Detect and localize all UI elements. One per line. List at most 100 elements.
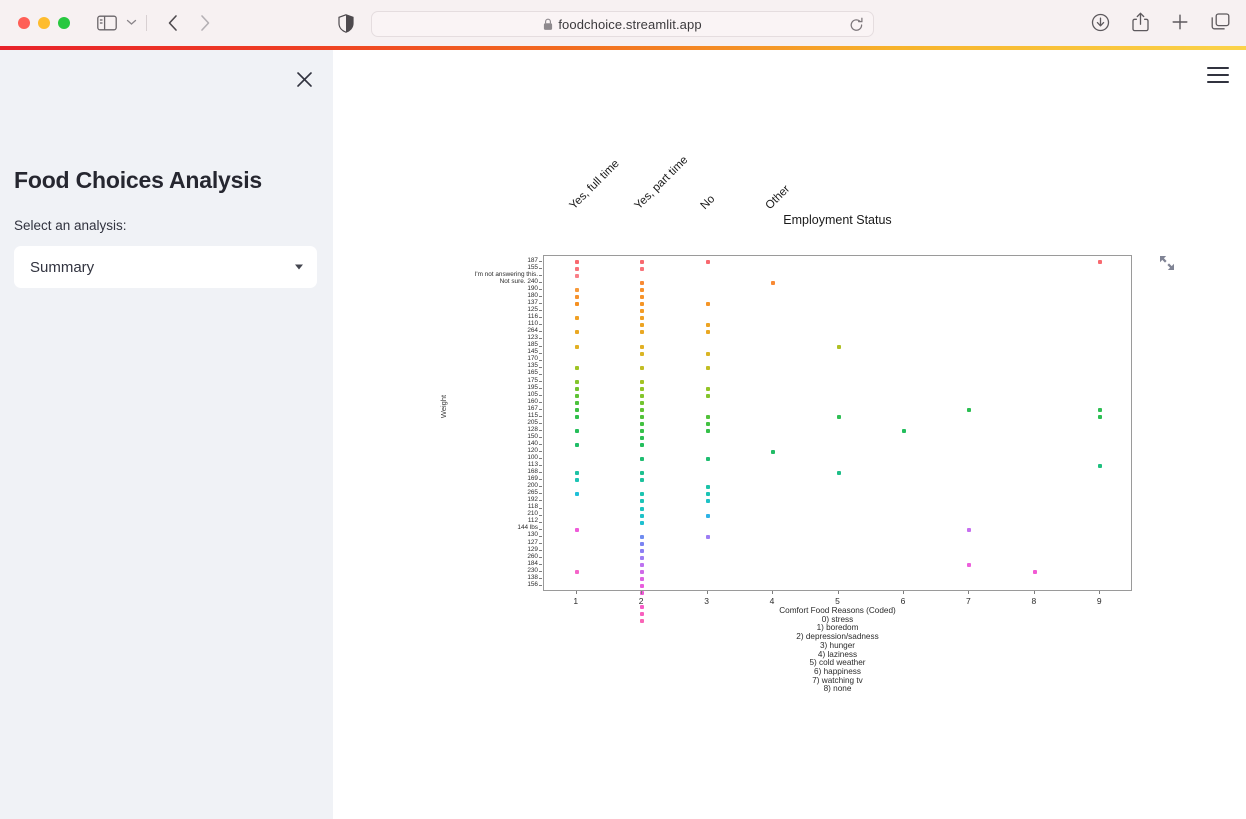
y-axis-tick-label: 128	[527, 425, 538, 433]
sidebar: Food Choices Analysis Select an analysis…	[0, 50, 333, 819]
scatter-point	[1098, 407, 1103, 412]
new-tab-icon[interactable]	[1171, 13, 1189, 36]
y-axis-tick-label: Not sure. 240	[499, 277, 538, 285]
scatter-point	[640, 316, 645, 321]
minimize-window-button[interactable]	[38, 17, 50, 29]
y-axis-tick-label: 135	[527, 362, 538, 370]
y-axis-tick-mark	[539, 577, 542, 579]
y-axis-tick-mark	[539, 535, 542, 537]
scatter-point	[705, 351, 710, 356]
y-axis-tick-label: 150	[527, 432, 538, 440]
scatter-point	[640, 288, 645, 293]
y-axis-tick-mark	[539, 486, 542, 488]
scatter-point	[705, 365, 710, 370]
y-axis-tick-label: 205	[527, 418, 538, 426]
analysis-select[interactable]: Summary	[14, 246, 317, 288]
y-axis-tick-label: 120	[527, 446, 538, 454]
y-axis-tick-label: 145	[527, 348, 538, 356]
scatter-point	[901, 429, 906, 434]
chevron-down-icon[interactable]	[126, 18, 137, 29]
y-axis-tick-mark	[539, 303, 542, 305]
scatter-point	[574, 400, 579, 405]
shield-icon[interactable]	[338, 14, 354, 33]
page-title: Food Choices Analysis	[14, 167, 263, 193]
downloads-icon[interactable]	[1091, 13, 1110, 37]
y-axis-tick-mark	[539, 507, 542, 509]
x-axis-tick-label: 7	[966, 596, 971, 606]
scatter-point	[574, 443, 579, 448]
tab-overview-icon[interactable]	[1211, 13, 1230, 36]
scatter-plot-area	[543, 255, 1132, 624]
y-axis-tick-mark	[539, 317, 542, 319]
y-axis-tick-label: 137	[527, 299, 538, 307]
y-axis-tick-label: 144 lbs	[517, 524, 538, 532]
y-axis-tick-label: 265	[527, 489, 538, 497]
scatter-point	[1098, 260, 1103, 264]
fullscreen-expand-icon[interactable]	[1157, 253, 1177, 273]
scatter-point	[836, 471, 841, 476]
close-icon[interactable]	[291, 66, 317, 92]
y-axis-tick-mark	[539, 387, 542, 389]
close-window-button[interactable]	[18, 17, 30, 29]
scatter-point	[640, 386, 645, 391]
scatter-point	[705, 429, 710, 434]
scatter-point	[640, 330, 645, 335]
y-axis-tick-mark	[539, 345, 542, 347]
scatter-point	[640, 295, 645, 300]
back-button[interactable]	[167, 14, 179, 32]
url-bar[interactable]: foodchoice.streamlit.app	[371, 11, 874, 37]
scatter-point	[574, 527, 579, 532]
y-axis-tick-mark	[539, 514, 542, 516]
x-axis-tick-label: 1	[573, 596, 579, 606]
forward-button[interactable]	[199, 14, 211, 32]
scatter-point	[574, 407, 579, 412]
reload-icon[interactable]	[849, 17, 864, 36]
y-axis-tick-mark	[539, 493, 542, 495]
scatter-point	[640, 407, 645, 412]
share-icon[interactable]	[1132, 12, 1149, 37]
chart-title: Employment Status	[783, 213, 892, 227]
maximize-window-button[interactable]	[58, 17, 70, 29]
y-axis-tick-mark	[539, 415, 542, 417]
chevron-down-icon	[295, 264, 303, 270]
scatter-point	[967, 407, 972, 412]
y-axis-tick-label: 167	[527, 404, 538, 412]
y-axis-tick-mark	[539, 338, 542, 340]
x-axis-tick-mark	[641, 591, 643, 594]
x-axis-tick-label: 6	[900, 596, 906, 606]
scatter-point	[574, 260, 579, 264]
y-axis-tick-mark	[539, 331, 542, 333]
scatter-point	[640, 576, 645, 581]
scatter-point	[574, 330, 579, 335]
y-axis-tick-mark	[539, 380, 542, 382]
hamburger-menu-icon[interactable]	[1207, 67, 1229, 83]
scatter-point	[640, 309, 645, 314]
scatter-point	[574, 344, 579, 349]
scatter-point	[640, 344, 645, 349]
y-axis-tick-label: 180	[527, 292, 538, 300]
y-axis-tick-mark	[539, 500, 542, 502]
scatter-point	[574, 492, 579, 497]
scatter-point	[574, 274, 579, 279]
y-axis-tick-label: 156	[527, 580, 538, 588]
y-axis-tick-mark	[539, 282, 542, 284]
y-axis-tick-mark	[539, 430, 542, 432]
scatter-point	[640, 555, 645, 560]
browser-chrome: foodchoice.streamlit.app	[0, 0, 1246, 46]
scatter-point	[640, 471, 645, 476]
x-axis-tick-label: 2	[638, 596, 644, 606]
scatter-point	[640, 436, 645, 441]
scatter-point	[640, 520, 645, 525]
y-axis-tick-mark	[539, 451, 542, 453]
scatter-point	[640, 506, 645, 511]
y-axis-tick-mark	[539, 359, 542, 361]
scatter-point	[705, 330, 710, 335]
scatter-point	[705, 393, 710, 398]
sidebar-toggle-icon[interactable]	[97, 15, 117, 31]
y-axis-tick-label: 210	[527, 510, 538, 518]
x-axis-tick-label: 5	[835, 596, 840, 606]
y-axis-tick-mark	[539, 556, 542, 558]
y-axis-tick-mark	[539, 528, 542, 530]
y-axis-tick-label: 169	[527, 475, 538, 483]
y-axis-tick-mark	[539, 268, 542, 270]
